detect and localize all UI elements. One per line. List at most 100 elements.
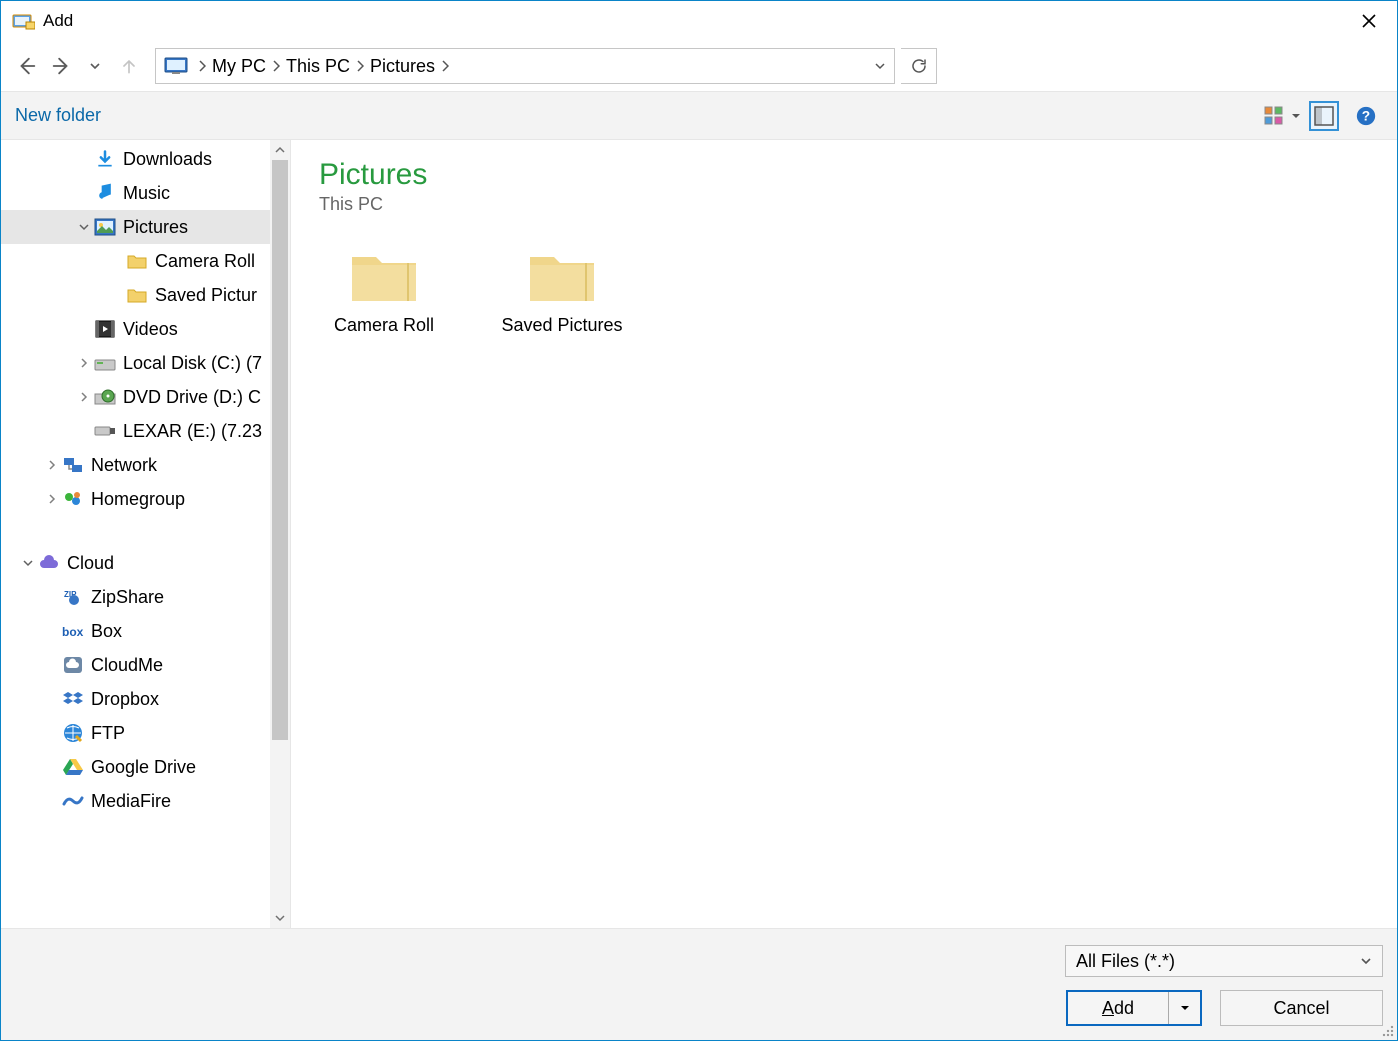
- download-icon: [93, 147, 117, 171]
- ftp-icon: [61, 721, 85, 745]
- title-bar: Add: [1, 1, 1397, 41]
- tree-item-label: Box: [91, 621, 122, 642]
- tree-item-videos[interactable]: Videos: [1, 312, 270, 346]
- app-icon: [11, 9, 35, 33]
- chevron-right-icon: [43, 460, 61, 470]
- tree-item-lexar[interactable]: LEXAR (E:) (7.23: [1, 414, 270, 448]
- folder-item[interactable]: Saved Pictures: [497, 245, 627, 336]
- resize-grip[interactable]: [1382, 1025, 1394, 1037]
- disk-icon: [93, 351, 117, 375]
- help-button[interactable]: ?: [1351, 101, 1381, 131]
- tree-item-mediafire[interactable]: MediaFire: [1, 784, 270, 818]
- address-dropdown-icon[interactable]: [874, 60, 886, 72]
- up-button[interactable]: [115, 52, 143, 80]
- chevron-down-icon: [75, 222, 93, 232]
- tree-item-label: MediaFire: [91, 791, 171, 812]
- preview-pane-button[interactable]: [1309, 101, 1339, 131]
- back-button[interactable]: [13, 52, 41, 80]
- tree-item-local-disk[interactable]: Local Disk (C:) (7: [1, 346, 270, 380]
- tree-item-ftp[interactable]: FTP: [1, 716, 270, 750]
- chevron-right-icon: [75, 392, 93, 402]
- chevron-right-icon: [441, 60, 449, 72]
- tree-item-google-drive[interactable]: Google Drive: [1, 750, 270, 784]
- filter-selected: All Files (*.*): [1076, 951, 1175, 972]
- tree-item-cloud[interactable]: Cloud: [1, 546, 270, 580]
- add-button-dropdown[interactable]: [1168, 992, 1200, 1024]
- folder-label: Camera Roll: [334, 315, 434, 336]
- tree-item-music[interactable]: Music: [1, 176, 270, 210]
- tree-item-cloudme[interactable]: CloudMe: [1, 648, 270, 682]
- dialog-body: Downloads Music Pictures Camera Roll: [1, 139, 1397, 928]
- tree-item-label: Videos: [123, 319, 178, 340]
- add-button[interactable]: Add: [1066, 990, 1202, 1026]
- tree-item-homegroup[interactable]: Homegroup: [1, 482, 270, 516]
- new-folder-button[interactable]: New folder: [15, 105, 101, 126]
- tree-item-label: Google Drive: [91, 757, 196, 778]
- tree-item-pictures[interactable]: Pictures: [1, 210, 270, 244]
- dialog-footer: All Files (*.*) Add Cancel: [1, 928, 1397, 1040]
- tree-item-box[interactable]: box Box: [1, 614, 270, 648]
- tree-item-dvd-drive[interactable]: DVD Drive (D:) C: [1, 380, 270, 414]
- view-dropdown-icon[interactable]: [1291, 111, 1307, 121]
- cancel-button-label: Cancel: [1273, 998, 1329, 1019]
- navigation-tree: Downloads Music Pictures Camera Roll: [1, 140, 291, 928]
- change-view-button[interactable]: [1259, 101, 1289, 131]
- breadcrumb-pictures[interactable]: Pictures: [370, 56, 435, 77]
- file-type-filter[interactable]: All Files (*.*): [1065, 945, 1383, 977]
- add-button-label: Add: [1068, 998, 1168, 1019]
- folder-icon: [348, 245, 420, 305]
- chevron-right-icon: [75, 358, 93, 368]
- content-pane: Pictures This PC Camera Roll Saved Pictu…: [291, 140, 1397, 928]
- mediafire-icon: [61, 789, 85, 813]
- refresh-button[interactable]: [901, 48, 937, 84]
- tree-item-label: FTP: [91, 723, 125, 744]
- tree-item-label: Local Disk (C:) (7: [123, 353, 262, 374]
- scroll-track[interactable]: [270, 160, 290, 908]
- chevron-right-icon: [198, 60, 206, 72]
- tree-item-label: Homegroup: [91, 489, 185, 510]
- usb-drive-icon: [93, 419, 117, 443]
- zipshare-icon: ZIP: [61, 585, 85, 609]
- file-dialog-window: Add My PC Thi: [0, 0, 1398, 1041]
- chevron-down-icon: [19, 558, 37, 568]
- scroll-up-icon[interactable]: [270, 140, 290, 160]
- tree-scrollbar[interactable]: [270, 140, 290, 928]
- pictures-icon: [93, 215, 117, 239]
- tree-item-network[interactable]: Network: [1, 448, 270, 482]
- folder-item[interactable]: Camera Roll: [319, 245, 449, 336]
- close-button[interactable]: [1345, 4, 1393, 38]
- google-drive-icon: [61, 755, 85, 779]
- tree-item-label: LEXAR (E:) (7.23: [123, 421, 262, 442]
- folder-icon: [125, 283, 149, 307]
- tree-item-dropbox[interactable]: Dropbox: [1, 682, 270, 716]
- tree-item-label: Cloud: [67, 553, 114, 574]
- tree-item-label: CloudMe: [91, 655, 163, 676]
- tree-item-label: DVD Drive (D:) C: [123, 387, 261, 408]
- address-bar[interactable]: My PC This PC Pictures: [155, 48, 895, 84]
- forward-button[interactable]: [47, 52, 75, 80]
- tree-item-label: Pictures: [123, 217, 188, 238]
- breadcrumb-mypc[interactable]: My PC: [212, 56, 266, 77]
- scroll-down-icon[interactable]: [270, 908, 290, 928]
- chevron-right-icon: [272, 60, 280, 72]
- cloud-icon: [37, 551, 61, 575]
- tree-item-saved-pictures[interactable]: Saved Pictur: [1, 278, 270, 312]
- chevron-right-icon: [356, 60, 364, 72]
- videos-icon: [93, 317, 117, 341]
- recent-locations-button[interactable]: [81, 52, 109, 80]
- tree-item-downloads[interactable]: Downloads: [1, 142, 270, 176]
- cancel-button[interactable]: Cancel: [1220, 990, 1383, 1026]
- svg-text:box: box: [62, 625, 84, 638]
- location-subtitle: This PC: [319, 194, 1369, 215]
- breadcrumb-thispc[interactable]: This PC: [286, 56, 350, 77]
- folder-icon: [526, 245, 598, 305]
- this-pc-icon: [164, 57, 188, 75]
- toolbar: New folder ?: [1, 91, 1397, 139]
- cloudme-icon: [61, 653, 85, 677]
- scroll-thumb[interactable]: [272, 160, 288, 740]
- tree-item-zipshare[interactable]: ZIP ZipShare: [1, 580, 270, 614]
- chevron-right-icon: [43, 494, 61, 504]
- tree-item-label: Downloads: [123, 149, 212, 170]
- box-icon: box: [61, 619, 85, 643]
- tree-item-camera-roll[interactable]: Camera Roll: [1, 244, 270, 278]
